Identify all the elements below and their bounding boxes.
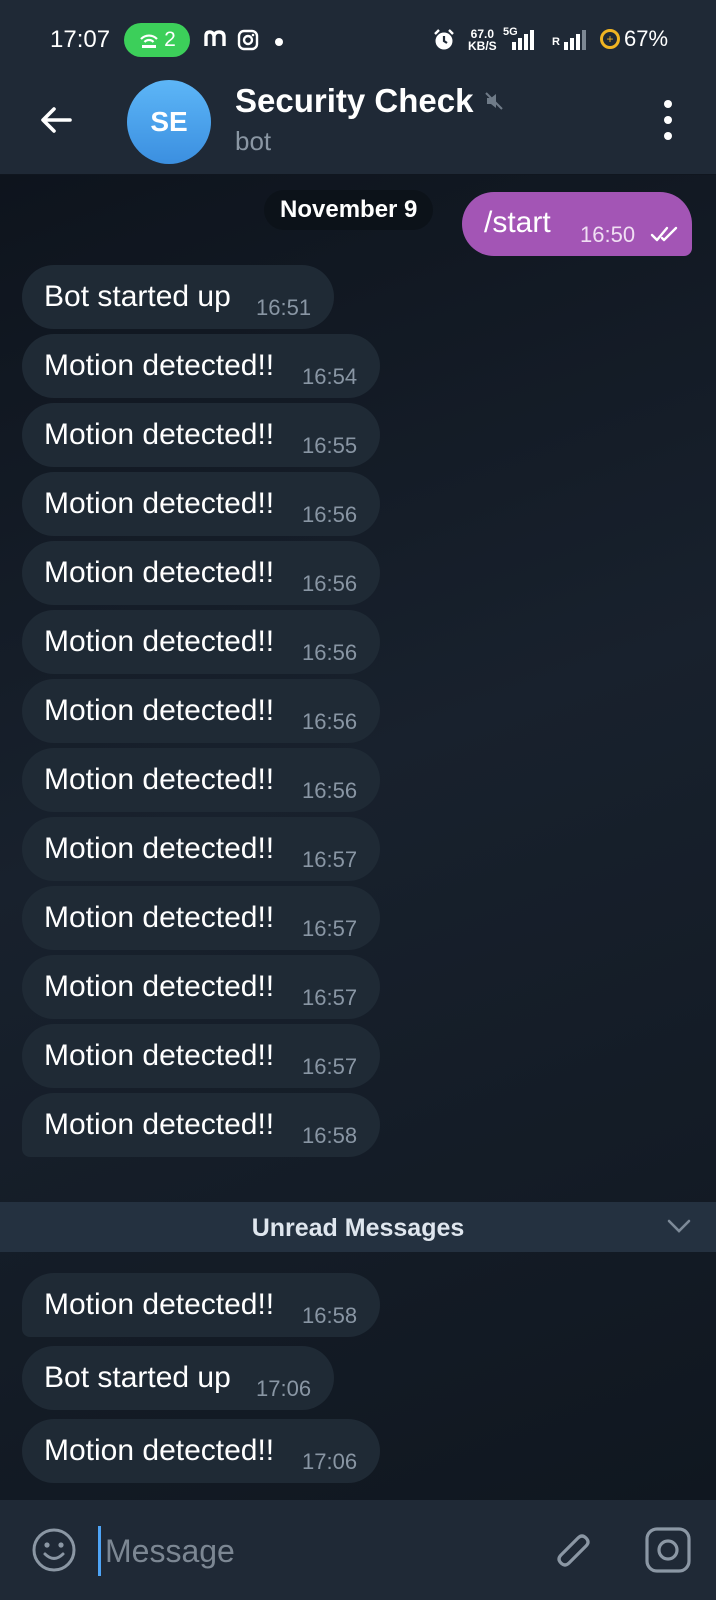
message-time: 16:56 (302, 709, 358, 734)
incoming-message[interactable]: Motion detected!! 16:57 (22, 1024, 380, 1088)
network-speed: 67.0 KB/S (468, 28, 497, 52)
message-time: 16:55 (302, 433, 358, 458)
muted-icon (485, 92, 503, 110)
message-time: 16:56 (302, 502, 358, 527)
message-time: 16:57 (302, 847, 358, 872)
message-text: Motion detected!! (44, 625, 275, 658)
message-text: Motion detected!! (44, 1288, 275, 1321)
unread-label: Unread Messages (251, 1214, 465, 1242)
incoming-message[interactable]: Bot started up 16:51 (22, 265, 334, 329)
message-time: 17:06 (302, 1449, 358, 1474)
signal-icon (564, 30, 586, 50)
unread-messages-divider: Unread Messages (0, 1202, 716, 1252)
battery-indicator: + 67% (600, 26, 668, 52)
date-separator: November 9 (264, 190, 434, 230)
chat-header: SE Security Check bot (0, 80, 716, 175)
message-text: Motion detected!! (44, 694, 275, 727)
incoming-message[interactable]: Motion detected!! 16:57 (22, 817, 380, 881)
message-composer (0, 1500, 716, 1600)
incoming-message[interactable]: Motion detected!! 16:56 (22, 610, 380, 674)
message-text: /start (484, 206, 551, 239)
avatar-initials: SE (150, 106, 188, 137)
incoming-message[interactable]: Motion detected!! 16:58 (22, 1093, 380, 1157)
message-time: 17:06 (256, 1376, 312, 1401)
message-text: Bot started up (44, 1361, 231, 1394)
incoming-message[interactable]: Motion detected!! 16:57 (22, 886, 380, 950)
message-list[interactable]: November 9 /start 16:50 Bot started up 16… (0, 175, 716, 1500)
avatar[interactable]: SE (127, 80, 211, 164)
incoming-message[interactable]: Motion detected!! 16:56 (22, 541, 380, 605)
notification-dot-icon (275, 38, 283, 46)
incoming-message[interactable]: Motion detected!! 16:56 (22, 748, 380, 812)
camera-icon[interactable] (644, 1526, 692, 1574)
message-input[interactable] (98, 1526, 527, 1576)
message-text: Motion detected!! (44, 418, 275, 451)
back-arrow-icon[interactable] (36, 100, 76, 140)
message-time: 16:57 (302, 916, 358, 941)
message-text: Motion detected!! (44, 556, 275, 589)
chevron-down-icon[interactable] (666, 1216, 692, 1236)
more-options-icon[interactable] (656, 100, 680, 140)
incoming-message[interactable]: Motion detected!! 16:58 (22, 1273, 380, 1337)
hotspot-count: 2 (164, 28, 176, 51)
message-text: Motion detected!! (44, 763, 275, 796)
message-time: 16:50 (580, 222, 636, 247)
message-text: Motion detected!! (44, 349, 275, 382)
attach-paperclip-icon[interactable] (550, 1526, 596, 1572)
incoming-message[interactable]: Motion detected!! 16:56 (22, 472, 380, 536)
incoming-message[interactable]: Motion detected!! 16:55 (22, 403, 380, 467)
message-text: Motion detected!! (44, 487, 275, 520)
emoji-icon[interactable] (30, 1526, 78, 1574)
incoming-message[interactable]: Motion detected!! 17:06 (22, 1419, 380, 1483)
incoming-message[interactable]: Motion detected!! 16:56 (22, 679, 380, 743)
chat-title[interactable]: Security Check (235, 82, 473, 120)
message-text: Motion detected!! (44, 1108, 275, 1141)
message-text: Motion detected!! (44, 901, 275, 934)
message-text: Bot started up (44, 280, 231, 313)
network-speed-unit: KB/S (468, 39, 497, 53)
outgoing-message[interactable]: /start 16:50 (462, 192, 692, 256)
status-bar: 17:07 2 67.0 KB/S 5G R + 67% (0, 0, 716, 80)
message-time: 16:56 (302, 640, 358, 665)
roaming-indicator: R (552, 36, 560, 48)
message-text: Motion detected!! (44, 1434, 275, 1467)
message-time: 16:56 (302, 571, 358, 596)
message-time: 16:57 (302, 1054, 358, 1079)
signal-5g-icon (512, 30, 534, 50)
double-check-icon (650, 226, 678, 242)
instagram-icon (237, 29, 259, 51)
battery-level: 67% (624, 26, 669, 51)
incoming-message[interactable]: Motion detected!! 16:54 (22, 334, 380, 398)
message-text: Motion detected!! (44, 970, 275, 1003)
message-time: 16:57 (302, 985, 358, 1010)
message-time: 16:58 (302, 1123, 358, 1148)
hotspot-indicator: 2 (124, 23, 190, 57)
message-time: 16:56 (302, 778, 358, 803)
message-time: 16:51 (256, 295, 312, 320)
incoming-message[interactable]: Bot started up 17:06 (22, 1346, 334, 1410)
message-text: Motion detected!! (44, 1039, 275, 1072)
message-text: Motion detected!! (44, 832, 275, 865)
chat-subtitle: bot (235, 126, 272, 156)
message-time: 16:54 (302, 364, 358, 389)
message-time: 16:58 (302, 1303, 358, 1328)
incoming-message[interactable]: Motion detected!! 16:57 (22, 955, 380, 1019)
hotspot-icon (140, 34, 158, 48)
status-time: 17:07 (50, 26, 111, 53)
alarm-icon (434, 29, 454, 50)
meta-app-icon (204, 30, 226, 46)
battery-saver-icon: + (600, 29, 620, 49)
